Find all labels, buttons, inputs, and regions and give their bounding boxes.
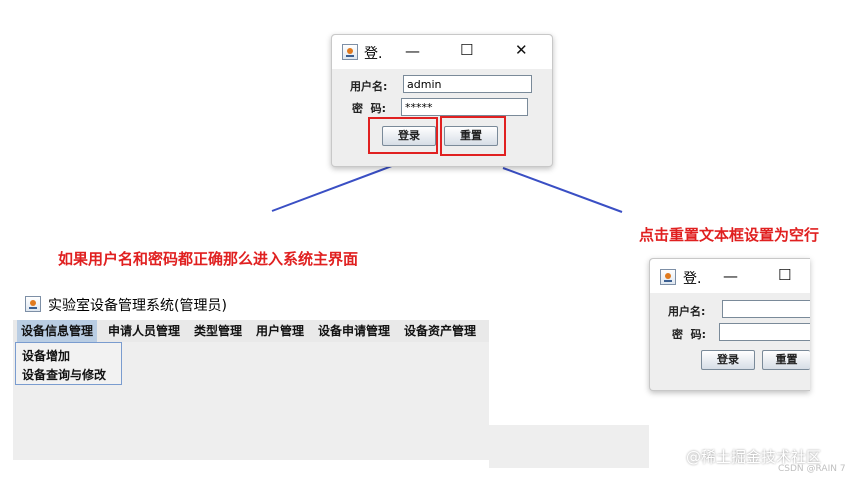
menu-item-add-device[interactable]: 设备增加	[22, 347, 70, 364]
menu-applicant[interactable]: 申请人员管理	[104, 320, 184, 342]
reset-annotation: 点击重置文本框设置为空行	[639, 226, 820, 244]
main-window-gray-strip	[489, 425, 649, 468]
password-field[interactable]	[401, 98, 528, 116]
login-titlebar: 登. — ☐	[650, 259, 810, 293]
login-window-reset: 登. — ☐ 用户名: 密 码: 登录 重置	[649, 258, 810, 391]
username-field[interactable]	[722, 300, 810, 318]
reset-button[interactable]: 重置	[762, 350, 810, 370]
menu-user[interactable]: 用户管理	[252, 320, 308, 342]
minimize-icon[interactable]: —	[405, 42, 420, 60]
menu-device-asset[interactable]: 设备资产管理	[400, 320, 480, 342]
username-field[interactable]	[403, 75, 532, 93]
menu-device-info[interactable]: 设备信息管理	[17, 320, 98, 342]
username-label: 用户名:	[350, 80, 388, 93]
java-app-icon	[25, 296, 41, 312]
password-label: 密 码:	[352, 102, 387, 115]
maximize-icon[interactable]: ☐	[460, 41, 473, 59]
menu-device-apply[interactable]: 设备申请管理	[314, 320, 394, 342]
menu-item-query-device[interactable]: 设备查询与修改	[22, 366, 106, 383]
password-field[interactable]	[719, 323, 810, 341]
login-button-highlight	[368, 117, 438, 154]
connector-line-right	[502, 167, 623, 213]
minimize-icon[interactable]: —	[723, 267, 738, 285]
username-label: 用户名:	[668, 305, 706, 318]
login-titlebar: 登. — ☐ ✕	[332, 35, 552, 69]
close-icon[interactable]: ✕	[515, 41, 528, 59]
connector-line-left	[271, 165, 393, 212]
watermark-csdn: CSDN @RAIN 7	[778, 464, 846, 474]
reset-button-highlight	[440, 116, 506, 156]
window-title: 登.	[364, 46, 383, 62]
device-info-dropdown: 设备增加 设备查询与修改	[15, 342, 122, 385]
password-label: 密 码:	[672, 328, 707, 341]
maximize-icon[interactable]: ☐	[778, 266, 791, 284]
success-annotation: 如果用户名和密码都正确那么进入系统主界面	[58, 250, 359, 268]
java-app-icon	[660, 269, 676, 285]
main-titlebar: 实验室设备管理系统(管理员)	[13, 290, 489, 320]
login-button[interactable]: 登录	[701, 350, 755, 370]
menubar: 设备信息管理 申请人员管理 类型管理 用户管理 设备申请管理 设备资产管理	[13, 320, 489, 342]
java-app-icon	[342, 44, 358, 60]
main-window-title: 实验室设备管理系统(管理员)	[48, 298, 227, 314]
window-title: 登.	[683, 271, 702, 287]
menu-type[interactable]: 类型管理	[190, 320, 246, 342]
